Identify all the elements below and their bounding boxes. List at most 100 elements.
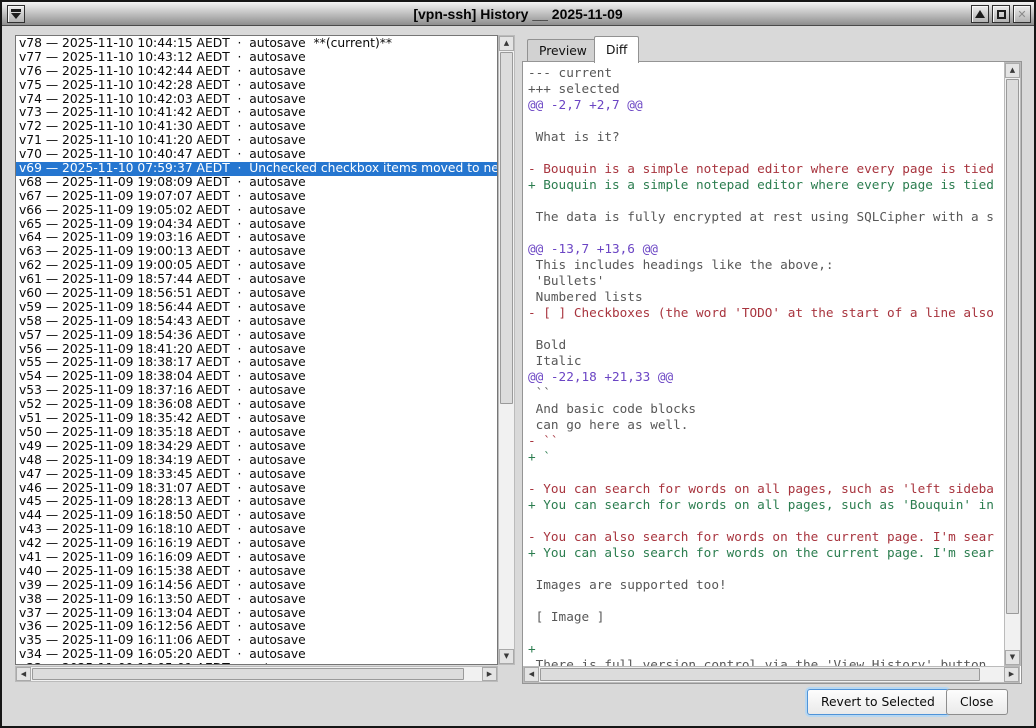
version-row[interactable]: v74 — 2025-11-10 10:42:03 AEDT · autosav… [16,93,497,107]
chevron-down-icon [11,13,21,19]
diff-line: @@ -2,7 +2,7 @@ [528,97,1003,113]
version-row[interactable]: v33 — 2025-11-09 16:05:01 AEDT · autosav… [16,662,497,665]
maximize-window-button[interactable] [992,5,1010,23]
diff-line [528,321,1003,337]
scroll-left-icon[interactable]: ◀ [16,667,31,681]
version-row[interactable]: v39 — 2025-11-09 16:14:56 AEDT · autosav… [16,579,497,593]
diff-vscroll-thumb[interactable] [1006,79,1019,614]
version-row[interactable]: v58 — 2025-11-09 18:54:43 AEDT · autosav… [16,315,497,329]
diff-line [528,593,1003,609]
close-window-button[interactable]: ✕ [1013,5,1031,23]
version-row[interactable]: v72 — 2025-11-10 10:41:30 AEDT · autosav… [16,120,497,134]
window-menu-icon [11,9,21,12]
diff-line: + You can search for words on all pages,… [528,497,1003,513]
version-row[interactable]: v45 — 2025-11-09 18:28:13 AEDT · autosav… [16,495,497,509]
version-row[interactable]: v78 — 2025-11-10 10:44:15 AEDT · autosav… [16,37,497,51]
diff-line: - `` [528,433,1003,449]
version-row[interactable]: v47 — 2025-11-09 18:33:45 AEDT · autosav… [16,468,497,482]
version-row[interactable]: v34 — 2025-11-09 16:05:20 AEDT · autosav… [16,648,497,662]
diff-line: The data is fully encrypted at rest usin… [528,209,1003,225]
tab-preview[interactable]: Preview [527,39,599,62]
version-row[interactable]: v46 — 2025-11-09 18:31:07 AEDT · autosav… [16,482,497,496]
version-row[interactable]: v35 — 2025-11-09 16:11:06 AEDT · autosav… [16,634,497,648]
diff-line [528,513,1003,529]
triangle-up-icon [975,10,985,18]
version-row[interactable]: v42 — 2025-11-09 16:16:19 AEDT · autosav… [16,537,497,551]
version-row[interactable]: v76 — 2025-11-10 10:42:44 AEDT · autosav… [16,65,497,79]
diff-line: `` [528,385,1003,401]
version-row[interactable]: v64 — 2025-11-09 19:03:16 AEDT · autosav… [16,231,497,245]
diff-line: Bold [528,337,1003,353]
window-menu-button[interactable] [7,5,25,23]
version-row[interactable]: v48 — 2025-11-09 18:34:19 AEDT · autosav… [16,454,497,468]
version-row[interactable]: v75 — 2025-11-10 10:42:28 AEDT · autosav… [16,79,497,93]
scroll-right-icon[interactable]: ▶ [1004,667,1019,682]
window-title: [vpn-ssh] History __ 2025-11-09 [2,2,1034,26]
version-row[interactable]: v38 — 2025-11-09 16:13:50 AEDT · autosav… [16,593,497,607]
diff-line: There is full version control via the 'V… [528,657,1003,666]
scroll-up-icon[interactable]: ▲ [499,36,514,51]
version-row[interactable]: v37 — 2025-11-09 16:13:04 AEDT · autosav… [16,607,497,621]
version-row[interactable]: v65 — 2025-11-09 19:04:34 AEDT · autosav… [16,218,497,232]
diff-vscrollbar[interactable]: ▲ ▼ [1004,62,1021,666]
diff-line: And basic code blocks [528,401,1003,417]
maximize-icon [997,10,1006,19]
version-row[interactable]: v70 — 2025-11-10 10:40:47 AEDT · autosav… [16,148,497,162]
diff-line: --- current [528,65,1003,81]
scroll-right-icon[interactable]: ▶ [482,667,497,681]
version-row[interactable]: v41 — 2025-11-09 16:16:09 AEDT · autosav… [16,551,497,565]
version-row[interactable]: v52 — 2025-11-09 18:36:08 AEDT · autosav… [16,398,497,412]
scroll-down-icon[interactable]: ▼ [499,649,514,664]
version-row[interactable]: v66 — 2025-11-09 19:05:02 AEDT · autosav… [16,204,497,218]
version-row[interactable]: v69 — 2025-11-10 07:59:37 AEDT · Uncheck… [16,162,497,176]
diff-line: Italic [528,353,1003,369]
version-row[interactable]: v51 — 2025-11-09 18:35:42 AEDT · autosav… [16,412,497,426]
version-row[interactable]: v61 — 2025-11-09 18:57:44 AEDT · autosav… [16,273,497,287]
diff-line: @@ -13,7 +13,6 @@ [528,241,1003,257]
version-row[interactable]: v44 — 2025-11-09 16:18:50 AEDT · autosav… [16,509,497,523]
history-list-vscrollbar[interactable]: ▲ ▼ [498,35,515,665]
history-list-hscroll-thumb[interactable] [32,668,464,680]
version-row[interactable]: v77 — 2025-11-10 10:43:12 AEDT · autosav… [16,51,497,65]
tab-diff[interactable]: Diff [594,36,639,63]
version-row[interactable]: v49 — 2025-11-09 18:34:29 AEDT · autosav… [16,440,497,454]
diff-line [528,113,1003,129]
diff-line: @@ -22,18 +21,33 @@ [528,369,1003,385]
shade-window-button[interactable] [971,5,989,23]
version-row[interactable]: v55 — 2025-11-09 18:38:17 AEDT · autosav… [16,356,497,370]
version-row[interactable]: v36 — 2025-11-09 16:12:56 AEDT · autosav… [16,620,497,634]
version-row[interactable]: v67 — 2025-11-09 19:07:07 AEDT · autosav… [16,190,497,204]
version-row[interactable]: v73 — 2025-11-10 10:41:42 AEDT · autosav… [16,106,497,120]
scroll-up-icon[interactable]: ▲ [1005,63,1020,78]
diff-text-area[interactable]: --- current+++ selected@@ -2,7 +2,7 @@ W… [523,62,1003,666]
version-row[interactable]: v54 — 2025-11-09 18:38:04 AEDT · autosav… [16,370,497,384]
history-dialog-window: [vpn-ssh] History __ 2025-11-09 ✕ v78 — … [0,0,1036,728]
version-row[interactable]: v68 — 2025-11-09 19:08:09 AEDT · autosav… [16,176,497,190]
revert-to-selected-button[interactable]: Revert to Selected [807,689,949,715]
version-row[interactable]: v57 — 2025-11-09 18:54:36 AEDT · autosav… [16,329,497,343]
close-dialog-button[interactable]: Close [946,689,1008,715]
version-row[interactable]: v62 — 2025-11-09 19:00:05 AEDT · autosav… [16,259,497,273]
diff-line [528,225,1003,241]
version-row[interactable]: v50 — 2025-11-09 18:35:18 AEDT · autosav… [16,426,497,440]
version-row[interactable]: v40 — 2025-11-09 16:15:38 AEDT · autosav… [16,565,497,579]
diff-line [528,561,1003,577]
scroll-left-icon[interactable]: ◀ [524,667,539,682]
diff-hscroll-thumb[interactable] [540,668,980,681]
diff-line: + [528,641,1003,657]
version-row[interactable]: v56 — 2025-11-09 18:41:20 AEDT · autosav… [16,343,497,357]
version-history-list[interactable]: v78 — 2025-11-10 10:44:15 AEDT · autosav… [15,35,498,665]
diff-line: Numbered lists [528,289,1003,305]
history-list-vscroll-thumb[interactable] [500,52,513,404]
diff-line: - You can search for words on all pages,… [528,481,1003,497]
version-row[interactable]: v43 — 2025-11-09 16:18:10 AEDT · autosav… [16,523,497,537]
history-list-hscrollbar[interactable]: ◀ ▶ [15,666,498,682]
version-row[interactable]: v59 — 2025-11-09 18:56:44 AEDT · autosav… [16,301,497,315]
version-row[interactable]: v53 — 2025-11-09 18:37:16 AEDT · autosav… [16,384,497,398]
scroll-down-icon[interactable]: ▼ [1005,650,1020,665]
version-row[interactable]: v63 — 2025-11-09 19:00:13 AEDT · autosav… [16,245,497,259]
version-row[interactable]: v71 — 2025-11-10 10:41:20 AEDT · autosav… [16,134,497,148]
diff-hscrollbar[interactable]: ◀ ▶ [523,666,1020,683]
version-row[interactable]: v60 — 2025-11-09 18:56:51 AEDT · autosav… [16,287,497,301]
diff-line: What is it? [528,129,1003,145]
